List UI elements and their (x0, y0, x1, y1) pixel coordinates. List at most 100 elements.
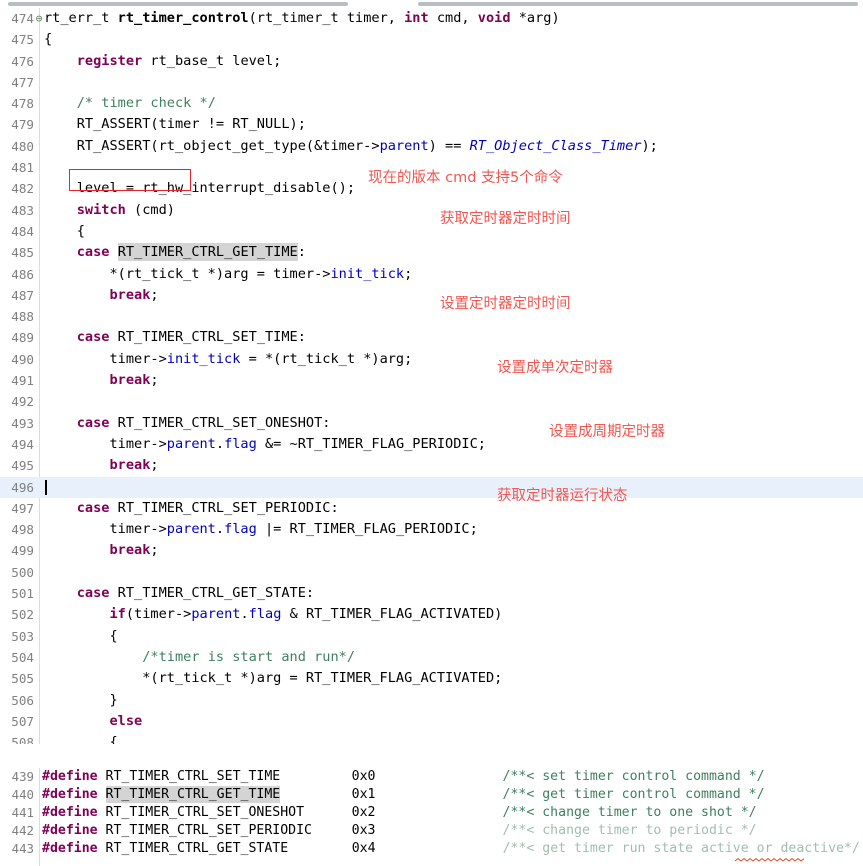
top-separator-bar-left (8, 2, 348, 6)
code-token: int (404, 10, 429, 26)
spacer (98, 823, 106, 838)
code-token: RT_TIMER_CTRL_GET_TIME (118, 243, 298, 261)
line-number: 474 (0, 8, 34, 29)
define-row[interactable]: 439#define RT_TIMER_CTRL_SET_TIME 0x0 /*… (0, 768, 863, 786)
code-line[interactable]: 477 (0, 72, 863, 93)
line-number: 489 (0, 327, 34, 348)
code-token: . (216, 436, 224, 452)
code-line[interactable]: 485 case RT_TIMER_CTRL_GET_TIME: (0, 242, 863, 263)
code-line-text: { (44, 221, 85, 242)
red-annotation-note: 获取定时器运行状态 (497, 486, 628, 506)
code-token: ; (150, 542, 158, 558)
line-number: 439 (0, 768, 34, 786)
code-line[interactable]: 504 /*timer is start and run*/ (0, 647, 863, 668)
code-line[interactable]: 476 register rt_base_t level; (0, 51, 863, 72)
line-number: 485 (0, 242, 34, 263)
spacer (98, 805, 106, 820)
code-line[interactable]: 497 case RT_TIMER_CTRL_SET_PERIODIC: (0, 498, 863, 519)
code-line[interactable]: 498 timer->parent.flag |= RT_TIMER_FLAG_… (0, 519, 863, 540)
code-token: |= RT_TIMER_FLAG_PERIODIC; (257, 521, 478, 537)
line-number: 506 (0, 690, 34, 711)
code-token: & RT_TIMER_FLAG_ACTIVATED) (281, 606, 502, 622)
line-number: 503 (0, 626, 34, 647)
code-token: case (77, 415, 110, 431)
line-number: 477 (0, 72, 34, 93)
code-token: ; (404, 266, 412, 282)
code-line[interactable]: 492 (0, 391, 863, 412)
doc-comment: /**< change timer to periodic */ (503, 823, 757, 838)
define-row[interactable]: 442#define RT_TIMER_CTRL_SET_PERIODIC 0x… (0, 822, 863, 840)
code-token: . (240, 606, 248, 622)
code-line[interactable]: 484 { (0, 221, 863, 242)
code-line[interactable]: 486 *(rt_tick_t *)arg = timer->init_tick… (0, 264, 863, 285)
code-token: RT_TIMER_CTRL_SET_TIME: (110, 329, 306, 345)
line-number: 479 (0, 114, 34, 135)
code-token: *(rt_tick_t *)arg = RT_TIMER_FLAG_ACTIVA… (44, 670, 502, 686)
code-line[interactable]: 490 timer->init_tick = *(rt_tick_t *)arg… (0, 349, 863, 370)
code-line[interactable]: 480 RT_ASSERT(rt_object_get_type(&timer-… (0, 136, 863, 157)
code-token: . (216, 521, 224, 537)
code-line[interactable]: 505 *(rt_tick_t *)arg = RT_TIMER_FLAG_AC… (0, 668, 863, 689)
define-row-text: #define RT_TIMER_CTRL_GET_TIME 0x1 /**< … (42, 786, 765, 804)
code-line[interactable]: 506 } (0, 690, 863, 711)
code-token (110, 244, 118, 260)
line-number: 497 (0, 498, 34, 519)
code-editor-pane[interactable]: 474⊖rt_err_t rt_timer_control(rt_timer_t… (0, 0, 863, 755)
code-token: *(rt_tick_t *)arg = timer-> (44, 266, 330, 282)
doc-comment: /**< set timer control command */ (503, 769, 765, 784)
code-line-text: rt_err_t rt_timer_control(rt_timer_t tim… (44, 8, 560, 29)
macro-value: 0x0 (352, 769, 376, 784)
header-defines-panel[interactable]: 439#define RT_TIMER_CTRL_SET_TIME 0x0 /*… (0, 768, 863, 866)
code-token: ; (150, 287, 158, 303)
define-row[interactable]: 441#define RT_TIMER_CTRL_SET_ONESHOT 0x2… (0, 804, 863, 822)
code-line[interactable]: 501 case RT_TIMER_CTRL_GET_STATE: (0, 583, 863, 604)
horizontal-scrollbar-track[interactable] (0, 744, 863, 753)
code-line[interactable]: 488 (0, 306, 863, 327)
code-line-text: /*timer is stop*/ (44, 753, 281, 755)
code-line[interactable]: 509 /*timer is stop*/ (0, 753, 863, 755)
line-number: 502 (0, 604, 34, 625)
code-line[interactable]: 495 break; (0, 455, 863, 476)
code-token: : (298, 244, 306, 260)
code-line[interactable]: 507 else (0, 711, 863, 732)
line-number: 443 (0, 840, 34, 858)
fold-collapse-icon[interactable]: ⊖ (34, 8, 44, 29)
code-token: parent (380, 138, 429, 154)
code-token (44, 500, 77, 516)
code-line-text: RT_ASSERT(rt_object_get_type(&timer->par… (44, 136, 658, 157)
code-line-text: *(rt_tick_t *)arg = RT_TIMER_FLAG_ACTIVA… (44, 668, 502, 689)
code-token: rt_err_t (44, 10, 118, 26)
code-token: rt_timer_control (118, 10, 249, 26)
code-line[interactable]: 478 /* timer check */ (0, 93, 863, 114)
code-line[interactable]: 493 case RT_TIMER_CTRL_SET_ONESHOT: (0, 413, 863, 434)
red-annotation-note: 现在的版本 cmd 支持5个命令 (368, 168, 563, 188)
line-number: 483 (0, 200, 34, 221)
code-token: parent (191, 606, 240, 622)
code-line-text: case RT_TIMER_CTRL_SET_PERIODIC: (44, 498, 339, 519)
code-token (44, 606, 109, 622)
code-line[interactable]: 500 (0, 562, 863, 583)
line-number: 507 (0, 711, 34, 732)
code-line[interactable]: 474⊖rt_err_t rt_timer_control(rt_timer_t… (0, 8, 863, 29)
define-row[interactable]: 440#define RT_TIMER_CTRL_GET_TIME 0x1 /*… (0, 786, 863, 804)
line-number: 476 (0, 51, 34, 72)
code-line[interactable]: 491 break; (0, 370, 863, 391)
define-row[interactable]: 443#define RT_TIMER_CTRL_GET_STATE 0x4 /… (0, 840, 863, 858)
code-line[interactable]: 475{ (0, 29, 863, 50)
code-token: register (77, 53, 142, 69)
code-line[interactable]: 489 case RT_TIMER_CTRL_SET_TIME: (0, 327, 863, 348)
code-line[interactable]: 479 RT_ASSERT(timer != RT_NULL); (0, 114, 863, 135)
code-line[interactable]: 483 switch (cmd) (0, 200, 863, 221)
code-line[interactable]: 494 timer->parent.flag &= ~RT_TIMER_FLAG… (0, 434, 863, 455)
code-token: if (109, 606, 125, 622)
code-line[interactable]: 503 { (0, 626, 863, 647)
code-line[interactable]: 502 if(timer->parent.flag & RT_TIMER_FLA… (0, 604, 863, 625)
line-number: 480 (0, 136, 34, 157)
code-line[interactable]: 499 break; (0, 540, 863, 561)
code-token: { (44, 628, 118, 644)
code-line[interactable]: 496 (0, 477, 863, 498)
code-lines-container[interactable]: 474⊖rt_err_t rt_timer_control(rt_timer_t… (0, 8, 863, 755)
red-annotation-note: 设置成周期定时器 (549, 422, 665, 442)
code-line[interactable]: 487 break; (0, 285, 863, 306)
panel-lines-container[interactable]: 439#define RT_TIMER_CTRL_SET_TIME 0x0 /*… (0, 768, 863, 858)
